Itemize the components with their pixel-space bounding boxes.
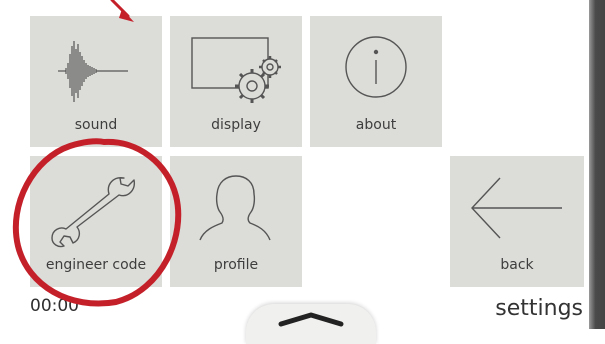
tile-profile-label: profile bbox=[213, 257, 259, 273]
annotation-arrow bbox=[110, 0, 130, 18]
tile-about-label: about bbox=[355, 117, 397, 133]
screen-title: settings bbox=[495, 296, 583, 321]
tile-back[interactable]: back bbox=[450, 156, 584, 287]
tile-profile[interactable]: profile bbox=[170, 156, 302, 287]
clock-time: 00:00 bbox=[30, 296, 79, 316]
tile-display-label: display bbox=[211, 117, 261, 133]
pull-up-tab[interactable] bbox=[246, 304, 376, 344]
side-panel-edge bbox=[589, 0, 605, 329]
chevron-up-icon bbox=[278, 312, 344, 327]
tile-engineer-code-label: engineer code bbox=[45, 257, 147, 273]
tile-engineer-code[interactable]: engineer code bbox=[30, 156, 162, 287]
tile-display[interactable]: display bbox=[170, 16, 302, 147]
tile-sound[interactable]: sound bbox=[30, 16, 162, 147]
tile-about[interactable]: about bbox=[310, 16, 442, 147]
tile-back-label: back bbox=[500, 257, 534, 273]
tile-sound-label: sound bbox=[74, 117, 118, 133]
